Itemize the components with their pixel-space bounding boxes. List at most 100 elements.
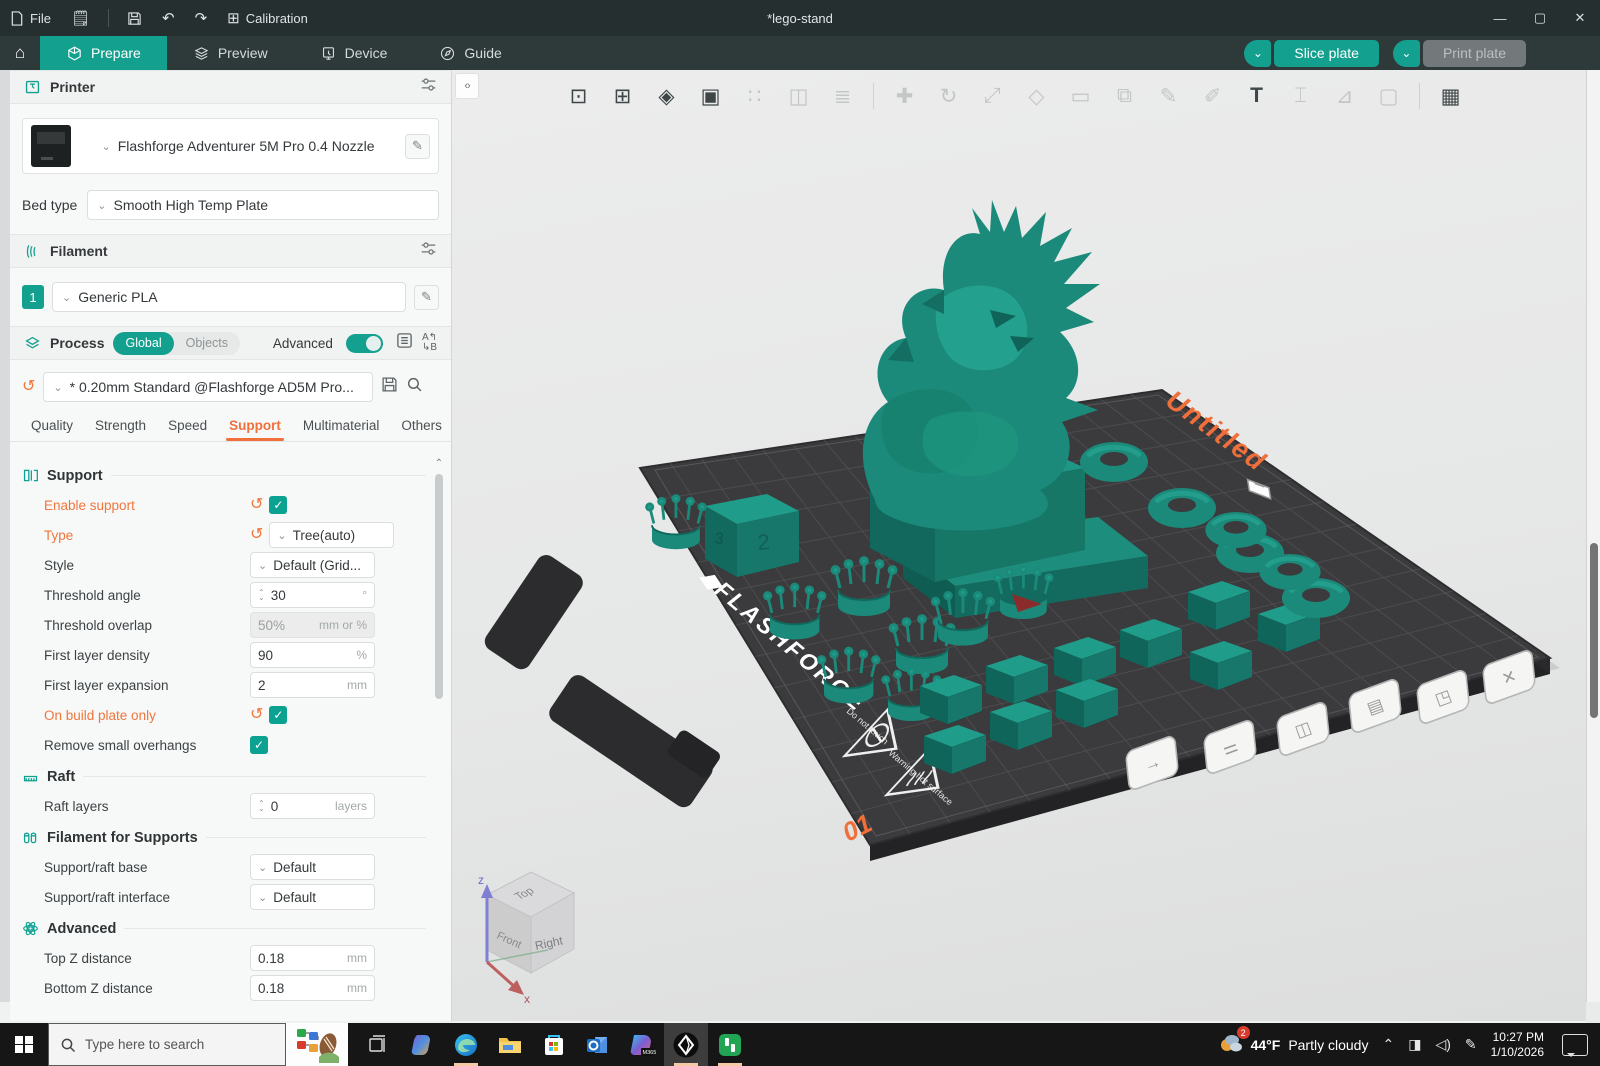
- text-tool-icon[interactable]: T: [1238, 78, 1275, 115]
- fuzzy-skin-icon[interactable]: ▢: [1370, 78, 1407, 115]
- search-preset-icon[interactable]: [406, 376, 423, 398]
- edit-filament-button[interactable]: ✎: [414, 285, 439, 310]
- widgets-button[interactable]: [286, 1023, 348, 1066]
- filament-slot-badge[interactable]: 1: [22, 285, 44, 309]
- input-field[interactable]: 0.18mm: [250, 945, 375, 971]
- select-field[interactable]: ⌄Default: [250, 854, 375, 880]
- select-field[interactable]: ⌄Tree(auto): [269, 522, 394, 548]
- checkbox-checked[interactable]: ✓: [269, 496, 287, 514]
- process-tab-strength[interactable]: Strength: [84, 418, 157, 441]
- reset-icon[interactable]: ↺: [250, 497, 263, 513]
- save-preset-icon[interactable]: [381, 376, 398, 398]
- scroll-up-icon[interactable]: ⌃: [433, 458, 445, 469]
- arrange-icon[interactable]: ▣: [692, 78, 729, 115]
- maximize-button[interactable]: ▢: [1520, 0, 1560, 36]
- taskbar-app-greenapp[interactable]: [708, 1023, 752, 1066]
- advanced-toggle[interactable]: [346, 334, 383, 353]
- undo-button[interactable]: ↶: [152, 0, 185, 36]
- minimize-button[interactable]: —: [1480, 0, 1520, 36]
- input-field[interactable]: 2mm: [250, 672, 375, 698]
- spinner-arrows-icon[interactable]: ⌃⌄: [258, 801, 265, 811]
- objects-pill[interactable]: Objects: [174, 332, 240, 355]
- process-tab-speed[interactable]: Speed: [157, 418, 218, 441]
- checkbox-checked[interactable]: ✓: [250, 736, 268, 754]
- build-plate-scene[interactable]: FLASHFORGE Do not touch Warning hot surf…: [452, 70, 1586, 1021]
- split-objects-icon[interactable]: ∷: [736, 78, 773, 115]
- taskbar-app-explorer[interactable]: [488, 1023, 532, 1066]
- select-field[interactable]: ⌄Default: [250, 884, 375, 910]
- bed-type-select[interactable]: ⌄ Smooth High Temp Plate: [87, 190, 439, 220]
- preset-select[interactable]: ⌄ * 0.20mm Standard @Flashforge AD5M Pro…: [43, 372, 373, 402]
- global-pill[interactable]: Global: [113, 332, 173, 355]
- move-icon[interactable]: ✚: [886, 78, 923, 115]
- reset-preset-icon[interactable]: ↺: [22, 379, 35, 395]
- slice-dropdown-button[interactable]: ⌄: [1244, 40, 1271, 67]
- assembly-icon[interactable]: ▦: [1432, 78, 1469, 115]
- spinner-arrows-icon[interactable]: ⌃⌄: [258, 590, 265, 600]
- add-plate-icon[interactable]: ⊞: [604, 78, 641, 115]
- printer-select[interactable]: ⌄ Flashforge Adventurer 5M Pro 0.4 Nozzl…: [79, 138, 397, 154]
- project-notes-button[interactable]: 🗒: [61, 0, 100, 36]
- lay-flat-icon[interactable]: ◇: [1018, 78, 1055, 115]
- preset-list-icon[interactable]: [396, 332, 413, 354]
- taskbar-app-store[interactable]: [532, 1023, 576, 1066]
- reset-icon[interactable]: ↺: [250, 527, 263, 543]
- process-tab-support[interactable]: Support: [218, 418, 292, 441]
- filament-select[interactable]: ⌄ Generic PLA: [52, 282, 406, 312]
- add-model-icon[interactable]: ⊡: [560, 78, 597, 115]
- input-field[interactable]: 90%: [250, 642, 375, 668]
- background-scrollbar-thumb[interactable]: [1590, 543, 1598, 718]
- scrollbar-thumb[interactable]: [435, 474, 443, 699]
- tab-prepare[interactable]: Prepare: [40, 36, 167, 70]
- taskbar-app-taskview[interactable]: [356, 1023, 400, 1066]
- input-field[interactable]: 50%mm or %: [250, 612, 375, 638]
- volume-icon[interactable]: ◁): [1435, 1036, 1450, 1053]
- slice-plate-button[interactable]: Slice plate: [1274, 40, 1379, 67]
- viewport-3d[interactable]: FLASHFORGE Do not touch Warning hot surf…: [452, 70, 1586, 1021]
- print-dropdown-button[interactable]: ⌄: [1393, 40, 1420, 67]
- reset-icon[interactable]: ↺: [250, 707, 263, 723]
- measure-icon[interactable]: ⌶: [1282, 78, 1319, 115]
- tab-device[interactable]: Device: [294, 36, 414, 70]
- settings-scrollbar[interactable]: ⌃ ⌄: [433, 458, 445, 1021]
- tab-guide[interactable]: Guide: [413, 36, 527, 70]
- tray-expand-icon[interactable]: ⌃: [1382, 1036, 1394, 1053]
- spinner-field[interactable]: ⌃⌄0layers: [250, 793, 375, 819]
- save-button[interactable]: [117, 0, 152, 36]
- background-window-scrollbar[interactable]: [1586, 36, 1600, 1002]
- taskbar-search[interactable]: Type here to search: [48, 1023, 286, 1066]
- compare-presets-icon[interactable]: A↰↳B: [422, 333, 437, 353]
- edit-printer-button[interactable]: ✎: [405, 134, 430, 159]
- nav-cube[interactable]: Top Front Right z x: [478, 872, 574, 1006]
- rotate-icon[interactable]: ↻: [930, 78, 967, 115]
- file-menu[interactable]: File: [0, 0, 61, 36]
- tab-preview[interactable]: Preview: [167, 36, 294, 70]
- filament-settings-icon[interactable]: [420, 240, 437, 262]
- select-field[interactable]: ⌄Default (Grid...: [250, 552, 375, 578]
- taskbar-app-m365[interactable]: M365: [620, 1023, 664, 1066]
- collapse-panel-button[interactable]: ‹›: [455, 73, 479, 99]
- redo-button[interactable]: ↷: [185, 0, 218, 36]
- clock[interactable]: 10:27 PM 1/10/2026: [1491, 1030, 1544, 1060]
- settings-scroll-area[interactable]: SupportEnable support↺✓Type↺⌄Tree(auto)S…: [10, 453, 452, 1021]
- taskbar-app-outlook[interactable]: [576, 1023, 620, 1066]
- mesh-boolean-icon[interactable]: ⧉: [1106, 78, 1143, 115]
- auto-orient-icon[interactable]: ◈: [648, 78, 685, 115]
- process-tab-others[interactable]: Others: [390, 418, 452, 441]
- taskbar-app-copilot[interactable]: [400, 1023, 444, 1066]
- start-button[interactable]: [0, 1023, 48, 1066]
- process-tab-quality[interactable]: Quality: [20, 418, 84, 441]
- print-plate-button[interactable]: Print plate: [1423, 40, 1526, 67]
- process-tab-multimaterial[interactable]: Multimaterial: [292, 418, 391, 441]
- variable-layer-icon[interactable]: ≣: [824, 78, 861, 115]
- weather-widget[interactable]: 2 44°F Partly cloudy: [1217, 1031, 1369, 1058]
- seam-paint-icon[interactable]: ✐: [1194, 78, 1231, 115]
- calibration-button[interactable]: ⊞ Calibration: [217, 0, 318, 36]
- taskbar-app-edge[interactable]: [444, 1023, 488, 1066]
- close-button[interactable]: ✕: [1560, 0, 1600, 36]
- taskbar-app-slicer[interactable]: [664, 1023, 708, 1066]
- notification-center-icon[interactable]: [1562, 1034, 1588, 1056]
- model-dice[interactable]: 2 3: [705, 494, 799, 577]
- spinner-field[interactable]: ⌃⌄30°: [250, 582, 375, 608]
- pen-icon[interactable]: ✎: [1465, 1036, 1477, 1053]
